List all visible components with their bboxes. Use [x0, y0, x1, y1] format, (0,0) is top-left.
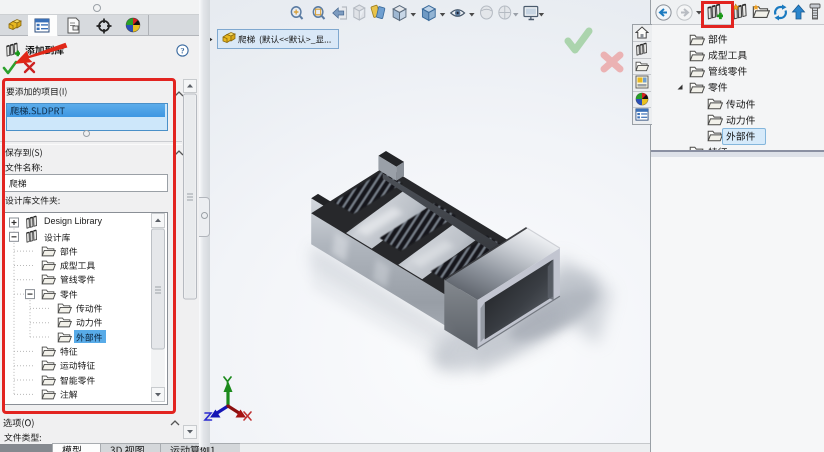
- svg-text:?: ?: [180, 46, 184, 56]
